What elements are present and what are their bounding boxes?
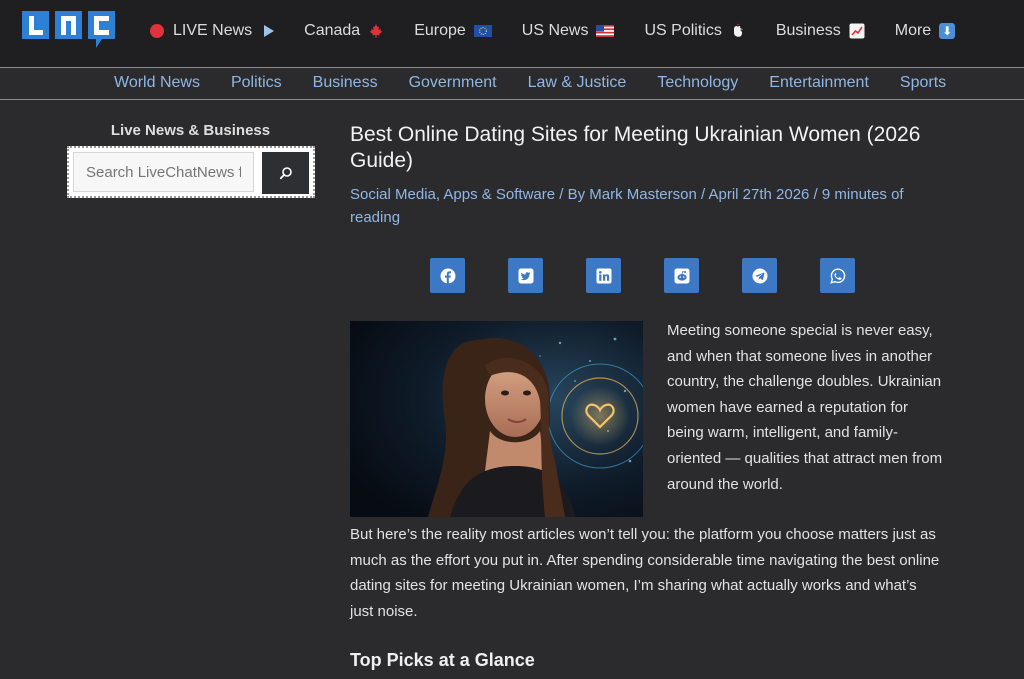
site-logo[interactable] — [22, 11, 116, 49]
category-sports[interactable]: Sports — [900, 74, 946, 92]
article-paragraph-1: Meeting someone special is never easy, a… — [667, 322, 943, 493]
top-nav-live-news[interactable]: LIVE News — [150, 22, 275, 40]
share-linkedin-button[interactable] — [586, 258, 621, 293]
search-input[interactable] — [73, 152, 254, 192]
top-nav-label: Europe — [414, 22, 466, 39]
chart-up-icon — [849, 23, 865, 39]
share-twitter-button[interactable] — [508, 258, 543, 293]
top-nav-europe[interactable]: Europe — [414, 22, 492, 40]
category-business[interactable]: Business — [313, 74, 378, 92]
top-header: LIVE News Canada Europe US News US Polit… — [0, 0, 1024, 67]
article-title: Best Online Dating Sites for Meeting Ukr… — [350, 123, 921, 172]
top-nav-label: More — [894, 22, 932, 39]
rooster-icon — [730, 23, 746, 39]
category-politics[interactable]: Politics — [231, 74, 282, 92]
facebook-icon — [440, 268, 455, 283]
search-form — [67, 146, 315, 198]
category-nav: World News Politics Business Government … — [114, 74, 977, 92]
whatsapp-icon — [829, 267, 845, 284]
top-nav-more[interactable]: More ⬇ — [894, 22, 956, 40]
section-heading: Top Picks at a Glance — [350, 650, 535, 670]
sidebar-title: Live News & Business — [110, 122, 271, 139]
telegram-icon — [752, 268, 767, 283]
article-paragraph-2: But here’s the reality most articles won… — [350, 526, 940, 620]
share-telegram-button[interactable] — [742, 258, 777, 293]
share-facebook-button[interactable] — [430, 258, 465, 293]
search-button[interactable] — [262, 152, 309, 194]
play-icon — [264, 25, 275, 37]
category-law-justice[interactable]: Law & Justice — [528, 74, 627, 92]
share-whatsapp-button[interactable] — [820, 258, 855, 293]
top-nav-us-politics[interactable]: US Politics — [644, 22, 745, 40]
down-arrow-icon: ⬇ — [939, 23, 956, 39]
article-meta[interactable]: Social Media, Apps & Software / By Mark … — [350, 183, 940, 229]
category-bar: World News Politics Business Government … — [0, 67, 1024, 100]
category-world-news[interactable]: World News — [114, 74, 200, 92]
share-reddit-button[interactable] — [664, 258, 699, 293]
reddit-icon — [674, 268, 689, 283]
top-nav-label: LIVE News — [173, 22, 253, 39]
article-hero-image — [350, 321, 643, 517]
top-nav-label: US News — [521, 22, 589, 39]
share-buttons — [430, 258, 898, 293]
live-dot-icon — [150, 24, 164, 38]
category-entertainment[interactable]: Entertainment — [769, 74, 869, 92]
category-government[interactable]: Government — [409, 74, 497, 92]
top-nav-label: Canada — [304, 22, 361, 39]
article-header: Best Online Dating Sites for Meeting Ukr… — [350, 122, 940, 229]
top-nav-label: US Politics — [644, 22, 722, 39]
maple-leaf-icon — [368, 23, 384, 39]
eu-flag-icon — [473, 25, 492, 37]
top-nav: LIVE News Canada Europe US News US Polit… — [150, 18, 985, 44]
us-flag-icon — [596, 25, 615, 37]
top-nav-canada[interactable]: Canada — [304, 22, 384, 40]
search-icon — [279, 167, 292, 180]
linkedin-icon — [596, 268, 611, 283]
top-nav-label: Business — [775, 22, 841, 39]
top-nav-us-news[interactable]: US News — [522, 22, 615, 40]
top-nav-business[interactable]: Business — [776, 22, 865, 40]
category-technology[interactable]: Technology — [657, 74, 738, 92]
twitter-icon — [518, 268, 533, 283]
